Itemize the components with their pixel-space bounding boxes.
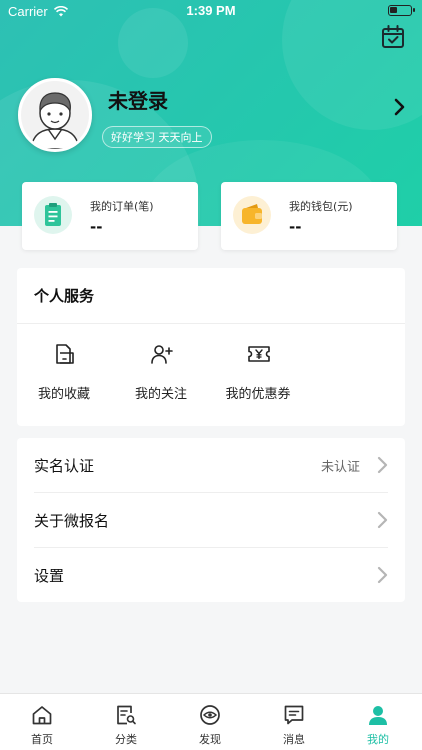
tab-discover[interactable]: 发现 [168, 694, 252, 750]
row-label: 关于微报名 [34, 512, 110, 530]
following-button[interactable]: 我的关注 [116, 342, 206, 406]
tab-home[interactable]: 首页 [0, 694, 84, 750]
about-row[interactable]: 关于微报名 [17, 493, 405, 548]
wallet-icon [242, 204, 262, 224]
my-wallet-card[interactable]: 我的钱包(元) -- [221, 182, 397, 250]
following-label: 我的关注 [134, 387, 187, 402]
favorites-button[interactable]: 我的收藏 [19, 342, 109, 406]
wallet-icon-badge [233, 196, 271, 234]
person-icon [369, 706, 387, 725]
chevron-right-icon [377, 511, 388, 529]
folder-icon [56, 344, 74, 364]
tab-messages[interactable]: 消息 [252, 694, 336, 750]
row-label: 实名认证 [34, 457, 95, 475]
chevron-right-icon [377, 566, 388, 584]
tab-label: 首页 [31, 733, 53, 746]
eye-icon [200, 705, 220, 725]
status-bar: Carrier 1:39 PM [0, 0, 422, 22]
coupons-label: 我的优惠券 [225, 387, 291, 402]
favorites-label: 我的收藏 [37, 387, 90, 402]
calendar-check-icon[interactable] [380, 24, 406, 50]
chevron-right-icon[interactable] [392, 98, 408, 116]
tab-label: 发现 [199, 733, 221, 746]
home-icon [32, 706, 52, 725]
tab-mine[interactable]: 我的 [336, 694, 420, 750]
motto-badge: 好好学习 天天向上 [102, 126, 212, 148]
real-name-verification-row[interactable]: 实名认证 未认证 [17, 438, 405, 493]
tab-category[interactable]: 分类 [84, 694, 168, 750]
row-label: 设置 [34, 567, 65, 585]
avatar-boy-icon [21, 81, 89, 149]
tab-label: 消息 [283, 733, 305, 746]
tab-label: 分类 [115, 733, 137, 746]
login-status-title[interactable]: 未登录 [108, 85, 168, 114]
avatar[interactable] [18, 78, 92, 152]
chevron-right-icon [377, 456, 388, 474]
bottom-tab-bar: 首页 分类 发现 消息 我的 [0, 693, 422, 750]
order-icon-badge [34, 196, 72, 234]
coupon-icon [248, 346, 270, 362]
divider [17, 323, 405, 324]
add-user-icon [151, 345, 173, 364]
tab-label: 我的 [367, 733, 389, 746]
order-clipboard-icon [45, 203, 61, 226]
clock: 1:39 PM [186, 3, 236, 18]
my-orders-value: -- [90, 218, 103, 236]
section-title: 个人服务 [34, 287, 95, 305]
my-orders-card[interactable]: 我的订单(笔) -- [22, 182, 198, 250]
verification-status: 未认证 [320, 460, 360, 475]
personal-services-panel: 个人服务 我的收藏 我的关注 我的优惠券 [17, 268, 405, 426]
settings-row[interactable]: 设置 [17, 548, 405, 603]
my-wallet-value: -- [289, 218, 302, 236]
coupons-button[interactable]: 我的优惠券 [213, 342, 303, 406]
settings-panel: 实名认证 未认证 关于微报名 设置 [17, 438, 405, 602]
category-search-icon [117, 705, 136, 725]
message-icon [284, 705, 304, 725]
battery-icon [388, 5, 415, 16]
my-wallet-label: 我的钱包(元) [289, 200, 353, 213]
my-orders-label: 我的订单(笔) [90, 200, 154, 213]
